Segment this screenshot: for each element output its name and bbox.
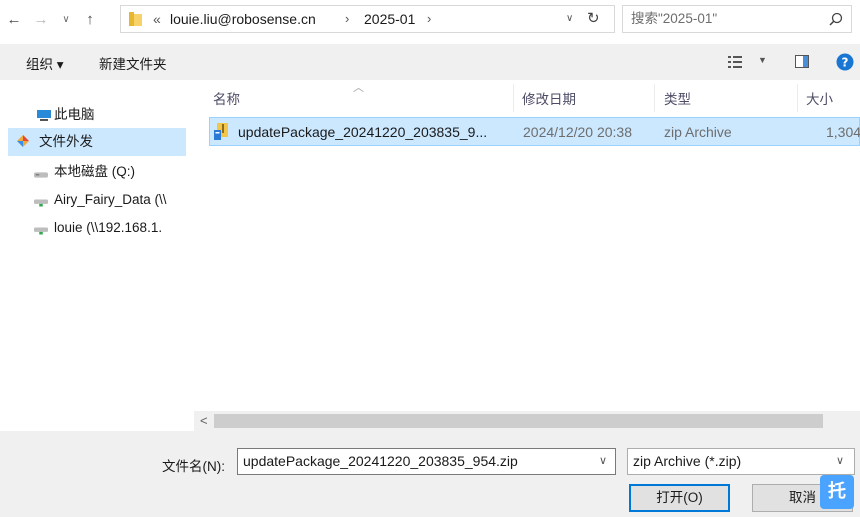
breadcrumb-separator[interactable]: › xyxy=(345,6,349,32)
file-modified: 2024/12/20 20:38 xyxy=(523,124,632,140)
horizontal-scrollbar[interactable]: < xyxy=(194,411,860,431)
file-size: 1,304 xyxy=(826,124,860,140)
new-folder-button[interactable]: 新建文件夹 xyxy=(99,53,167,73)
nav-item-airy-fairy-data[interactable]: Airy_Fairy_Data (\\ xyxy=(30,186,200,214)
scrollbar-thumb[interactable] xyxy=(214,414,823,428)
floating-assistant-badge[interactable]: 托 xyxy=(820,475,854,509)
footer-panel: 文件名(N): updatePackage_20241220_203835_95… xyxy=(0,431,860,517)
column-divider[interactable] xyxy=(654,84,655,112)
search-box[interactable]: 搜索"2025-01" xyxy=(622,5,852,33)
navigation-pane: 此电脑 文件外发 本地磁盘 (Q:) Airy_Fairy_Data (\\ l… xyxy=(0,80,200,426)
column-header-type[interactable]: 类型 xyxy=(664,88,691,108)
nav-item-louie[interactable]: louie (\\192.168.1. xyxy=(30,214,200,242)
nav-item-local-disk[interactable]: 本地磁盘 (Q:) xyxy=(30,158,200,186)
file-type-filter[interactable]: zip Archive (*.zip) ∨ xyxy=(627,448,855,475)
filename-input[interactable]: updatePackage_20241220_203835_954.zip ∨ xyxy=(237,448,616,475)
filename-label: 文件名(N): xyxy=(162,459,225,474)
open-button[interactable]: 打开(O) xyxy=(629,484,730,512)
drive-icon xyxy=(34,172,48,178)
nav-label: 文件外发 xyxy=(39,134,93,149)
zip-file-icon xyxy=(214,123,228,140)
column-divider[interactable] xyxy=(513,84,514,112)
recent-locations-button[interactable]: ∨ xyxy=(58,8,74,32)
search-input[interactable]: 搜索"2025-01" xyxy=(631,6,717,32)
help-icon[interactable]: ? xyxy=(836,53,854,71)
column-header-name[interactable]: 名称 xyxy=(213,88,240,108)
filter-value[interactable]: zip Archive (*.zip) xyxy=(633,449,741,474)
file-name[interactable]: updatePackage_20241220_203835_9... xyxy=(238,124,487,140)
column-header-size[interactable]: 大小 xyxy=(806,88,833,108)
view-options-icon[interactable] xyxy=(728,56,742,68)
nav-label: 此电脑 xyxy=(54,107,95,122)
svg-text:?: ? xyxy=(842,56,849,70)
nav-label: 本地磁盘 (Q:) xyxy=(54,164,135,179)
nav-label: louie (\\192.168.1. xyxy=(54,220,163,235)
search-icon[interactable] xyxy=(829,12,843,26)
preview-pane-icon[interactable] xyxy=(795,55,809,68)
forward-button[interactable]: → xyxy=(31,8,51,32)
organize-button[interactable]: 组织 ▾ xyxy=(26,53,64,73)
address-bar[interactable]: « louie.liu@robosense.cn › 2025-01 › ∨ ↻ xyxy=(120,5,615,33)
column-divider[interactable] xyxy=(797,84,798,112)
back-button[interactable]: ← xyxy=(4,8,24,32)
network-drive-icon xyxy=(34,199,48,207)
command-bar: 组织 ▾ 新建文件夹 ▼ ? xyxy=(0,44,860,80)
computer-icon xyxy=(37,110,51,121)
nav-label: Airy_Fairy_Data (\\ xyxy=(54,192,167,207)
breadcrumb-segment-folder[interactable]: 2025-01 xyxy=(364,6,415,32)
nav-item-file-transfer[interactable]: 文件外发 xyxy=(8,128,186,156)
chevron-down-icon[interactable]: ∨ xyxy=(836,449,844,474)
nav-item-this-pc[interactable]: 此电脑 xyxy=(30,101,208,129)
up-button[interactable]: ↑ xyxy=(80,8,100,32)
sort-ascending-icon: ︿ xyxy=(353,82,364,94)
scroll-left-icon[interactable]: < xyxy=(200,413,208,428)
file-type: zip Archive xyxy=(664,124,732,140)
file-transfer-icon xyxy=(17,135,29,147)
refresh-icon[interactable]: ↻ xyxy=(587,6,600,32)
network-drive-icon xyxy=(34,227,48,235)
column-header-modified[interactable]: 修改日期 xyxy=(522,88,576,108)
breadcrumb-overflow[interactable]: « xyxy=(153,6,161,32)
chevron-down-icon[interactable]: ∨ xyxy=(599,449,607,474)
filename-value[interactable]: updatePackage_20241220_203835_954.zip xyxy=(243,449,518,474)
breadcrumb-separator[interactable]: › xyxy=(427,6,431,32)
address-dropdown-icon[interactable]: ∨ xyxy=(566,6,573,32)
folder-icon xyxy=(129,12,142,26)
breadcrumb-segment-user[interactable]: louie.liu@robosense.cn xyxy=(170,6,316,32)
file-row[interactable]: updatePackage_20241220_203835_9... 2024/… xyxy=(209,117,860,146)
view-dropdown-icon[interactable]: ▼ xyxy=(758,55,767,65)
